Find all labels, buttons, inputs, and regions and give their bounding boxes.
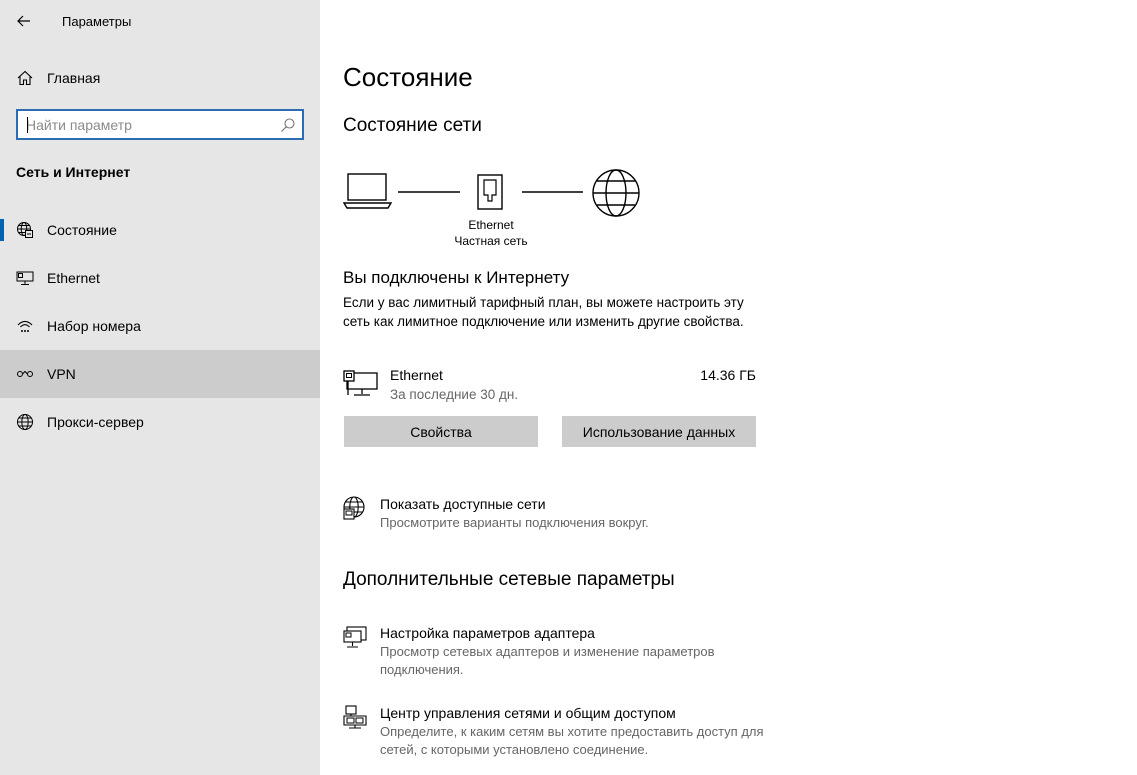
diagram-network-type-label: Частная сеть (454, 234, 528, 248)
internet-globe-icon (592, 169, 640, 217)
search-box[interactable] (16, 109, 304, 140)
diagram-adapter-label: Ethernet (468, 218, 514, 232)
connection-name: Ethernet (390, 367, 443, 383)
adapter-settings-icon (343, 626, 367, 648)
sidebar-item-ethernet[interactable]: Ethernet (0, 254, 320, 302)
properties-button[interactable]: Свойства (344, 416, 538, 447)
main-content: Состояние Состояние сети Ethernet Частна… (320, 0, 1137, 775)
sidebar-item-home[interactable]: Главная (0, 58, 320, 98)
dialup-icon (17, 320, 33, 332)
ethernet-adapter-icon (343, 370, 378, 396)
available-networks-icon (343, 496, 365, 520)
adapter-settings-description: Просмотр сетевых адаптеров и изменение п… (380, 644, 715, 677)
sidebar-item-status[interactable]: Состояние (0, 206, 320, 254)
data-usage-button[interactable]: Использование данных (562, 416, 756, 447)
connected-description: Если у вас лимитный тарифный план, вы мо… (343, 295, 744, 329)
laptop-icon (343, 173, 393, 209)
ethernet-icon (16, 271, 34, 285)
sidebar-item-label: Прокси-сервер (47, 414, 144, 430)
connection-period: За последние 30 дн. (390, 387, 519, 402)
sharing-center-link[interactable]: Центр управления сетями и общим доступом… (343, 705, 823, 760)
connected-heading: Вы подключены к Интернету (343, 268, 570, 287)
sidebar-item-label: Ethernet (47, 270, 100, 286)
show-networks-link[interactable]: Показать доступные сети Просмотрите вари… (343, 496, 823, 536)
connection-row: Ethernet За последние 30 дн. 14.36 ГБ (343, 366, 756, 406)
sharing-center-description: Определите, к каким сетям вы хотите пред… (380, 724, 764, 757)
search-input[interactable] (26, 115, 276, 135)
connection-usage: 14.36 ГБ (700, 367, 756, 383)
sidebar-item-label: Состояние (47, 222, 117, 238)
globe-status-icon (17, 222, 33, 238)
text-caret (27, 117, 28, 133)
sidebar-item-label: Главная (47, 70, 101, 86)
adapter-settings-title[interactable]: Настройка параметров адаптера (380, 625, 595, 641)
section-title: Сеть и Интернет (16, 164, 131, 180)
sidebar-item-label: Набор номера (47, 318, 141, 334)
sidebar-item-label: VPN (47, 366, 76, 382)
page-title: Состояние (343, 62, 473, 92)
vpn-icon (17, 370, 33, 377)
show-networks-description: Просмотрите варианты подключения вокруг. (380, 515, 649, 530)
sidebar: Параметры Главная Сеть и Интернет Состоя… (0, 0, 320, 775)
globe-icon (17, 414, 33, 430)
home-icon (17, 70, 33, 86)
sharing-center-title[interactable]: Центр управления сетями и общим доступом (380, 705, 676, 721)
ethernet-port-icon (477, 174, 503, 210)
title-bar: Параметры (0, 0, 320, 44)
sidebar-item-vpn[interactable]: VPN (0, 350, 320, 398)
search-icon[interactable] (280, 117, 296, 133)
advanced-settings-heading: Дополнительные сетевые параметры (343, 569, 675, 590)
back-button[interactable] (12, 9, 36, 33)
adapter-settings-link[interactable]: Настройка параметров адаптера Просмотр с… (343, 625, 823, 677)
app-title: Параметры (62, 14, 132, 29)
sidebar-item-proxy[interactable]: Прокси-сервер (0, 398, 320, 446)
network-diagram: Ethernet Частная сеть (343, 165, 643, 255)
network-status-heading: Состояние сети (343, 115, 482, 136)
sidebar-item-dialup[interactable]: Набор номера (0, 302, 320, 350)
sharing-center-icon (343, 705, 367, 729)
back-arrow-icon (17, 15, 30, 27)
show-networks-title[interactable]: Показать доступные сети (380, 496, 546, 512)
